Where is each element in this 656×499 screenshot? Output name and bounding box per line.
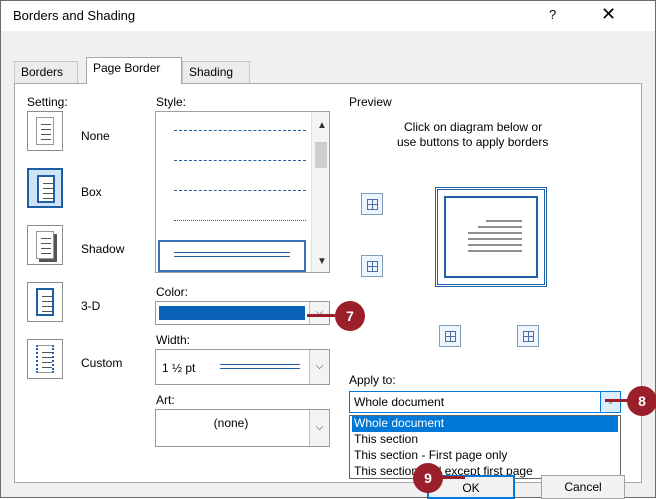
apply-to-label: Apply to: [349, 373, 396, 387]
setting-shadow-button[interactable] [27, 225, 63, 265]
help-button[interactable]: ? [549, 7, 556, 22]
tab-shading[interactable]: Shading [182, 61, 250, 83]
tab-page-border-label: Page Border [93, 61, 161, 75]
style-option-dash-dot-dot[interactable] [174, 220, 306, 221]
tab-borders-label: Borders [21, 65, 64, 79]
callout-8: 8 [627, 386, 656, 416]
apply-to-dropdown[interactable]: Whole document ⌵ [349, 391, 621, 413]
setting-box-button[interactable] [27, 168, 63, 208]
apply-option-first-page-only[interactable]: This section - First page only [352, 448, 618, 464]
cancel-button[interactable]: Cancel [541, 475, 625, 499]
setting-3d-label: 3-D [81, 299, 101, 313]
scroll-thumb[interactable] [315, 142, 327, 168]
borders-and-shading-dialog: Borders and Shading ? ✕ Borders Page Bor… [0, 0, 656, 499]
chevron-down-icon[interactable]: ⌵ [600, 392, 620, 412]
close-button[interactable]: ✕ [601, 4, 616, 25]
apply-option-this-section[interactable]: This section [352, 432, 618, 448]
preview-instructions-line-2: use buttons to apply borders [397, 135, 549, 149]
art-label: Art: [156, 393, 175, 407]
callout-7: 7 [335, 301, 365, 331]
tab-shading-label: Shading [189, 65, 234, 79]
left-border-icon [445, 331, 456, 342]
style-label: Style: [156, 95, 187, 109]
setting-custom-button[interactable] [27, 339, 63, 379]
setting-none-label: None [81, 129, 110, 143]
right-border-button[interactable] [517, 325, 539, 347]
preview-page [444, 196, 538, 278]
color-dropdown[interactable]: ⌵ [155, 301, 330, 325]
setting-label: Setting: [27, 95, 68, 109]
chevron-down-icon[interactable]: ⌵ [309, 302, 329, 324]
style-scrollbar[interactable]: ▲ ▼ [311, 112, 329, 272]
top-border-icon [367, 199, 378, 210]
box-page-icon [37, 175, 55, 203]
width-value: 1 ½ pt [162, 361, 196, 375]
width-label: Width: [156, 333, 191, 347]
callout-9: 9 [413, 463, 443, 493]
tab-page-border[interactable]: Page Border [86, 57, 182, 84]
setting-custom-label: Custom [81, 356, 123, 370]
style-option-double-selected[interactable] [158, 240, 306, 272]
chevron-down-icon[interactable]: ▼ [317, 256, 327, 267]
apply-to-value: Whole document [354, 395, 445, 409]
bottom-border-icon [367, 261, 378, 272]
dialog-title: Borders and Shading [13, 8, 136, 23]
preview-diagram[interactable] [435, 187, 547, 287]
apply-option-whole-document[interactable]: Whole document [352, 416, 618, 432]
setting-box-label: Box [81, 185, 102, 199]
setting-3d-button[interactable] [27, 282, 63, 322]
color-label: Color: [156, 285, 189, 299]
chevron-up-icon[interactable]: ▲ [317, 120, 327, 131]
chevron-down-icon[interactable]: ⌵ [309, 350, 329, 384]
left-border-button[interactable] [439, 325, 461, 347]
style-option-dense-dash[interactable] [174, 130, 306, 131]
apply-to-options: Whole document This section This section… [349, 415, 621, 479]
right-border-icon [523, 331, 534, 342]
art-value: (none) [213, 416, 249, 430]
top-border-button[interactable] [361, 193, 383, 215]
3d-page-icon [36, 288, 54, 316]
tab-borders[interactable]: Borders [14, 61, 78, 83]
bottom-border-button[interactable] [361, 255, 383, 277]
chevron-down-icon[interactable]: ⌵ [309, 410, 329, 446]
page-icon [36, 117, 54, 145]
style-option-dash-dot[interactable] [174, 190, 306, 191]
title-bar: Borders and Shading ? ✕ [1, 1, 655, 31]
style-option-dash[interactable] [174, 160, 306, 161]
callout-7-pointer [307, 314, 335, 317]
art-dropdown[interactable]: (none) ⌵ [155, 409, 330, 447]
preview-instructions-line-1: Click on diagram below or [404, 120, 543, 134]
style-list[interactable]: ▲ ▼ [155, 111, 330, 273]
preview-label: Preview [349, 95, 392, 109]
color-swatch [159, 306, 305, 320]
setting-none-button[interactable] [27, 111, 63, 151]
width-dropdown[interactable]: 1 ½ pt ⌵ [155, 349, 330, 385]
setting-shadow-label: Shadow [81, 242, 125, 256]
custom-page-icon [36, 345, 54, 373]
shadow-page-icon [36, 231, 54, 259]
